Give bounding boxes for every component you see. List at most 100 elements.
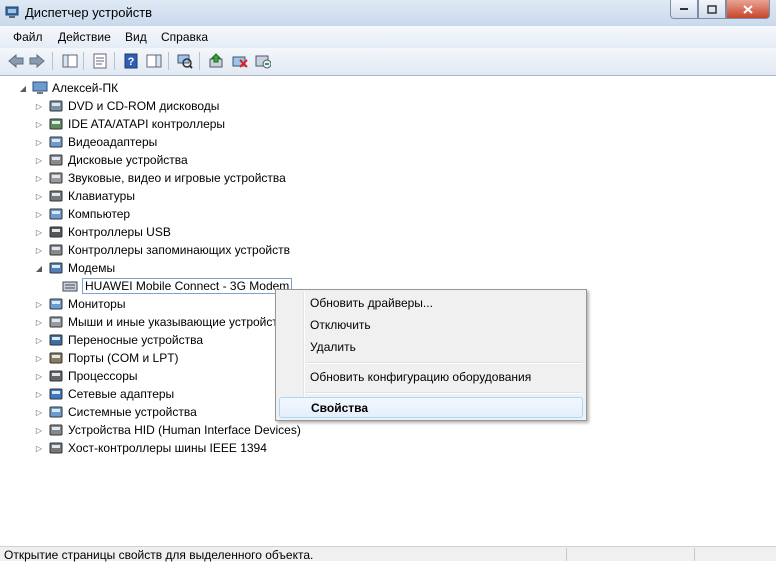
- disk-drive-icon: [48, 152, 64, 168]
- tree-category[interactable]: ▷ DVD и CD-ROM дисководы: [33, 97, 219, 115]
- tree-category[interactable]: ▷ Контроллеры USB: [33, 223, 171, 241]
- tree-category[interactable]: ▷ Сетевые адаптеры: [33, 385, 174, 403]
- properties-icon[interactable]: [91, 52, 109, 70]
- tree-category[interactable]: ▷ Процессоры: [33, 367, 138, 385]
- menu-scan-hardware[interactable]: Обновить конфигурацию оборудования: [279, 367, 583, 388]
- expand-arrow-icon[interactable]: ▷: [33, 100, 45, 112]
- menu-uninstall-label: Удалить: [310, 340, 356, 354]
- context-menu: Обновить драйверы... Отключить Удалить О…: [275, 289, 587, 421]
- tree-category-label: Контроллеры USB: [68, 225, 171, 239]
- port-icon: [48, 350, 64, 366]
- tree-category-label: Устройства HID (Human Interface Devices): [68, 423, 301, 437]
- tree-root[interactable]: ◢ Алексей-ПК: [17, 79, 118, 97]
- collapse-arrow-icon[interactable]: ◢: [33, 262, 45, 274]
- tree-category[interactable]: ▷ Клавиатуры: [33, 187, 135, 205]
- tree-root-label: Алексей-ПК: [52, 81, 119, 95]
- tree-category[interactable]: ▷ Видеоадаптеры: [33, 133, 157, 151]
- tree-category-label: Мыши и иные указывающие устройства: [68, 315, 291, 329]
- back-arrow-icon[interactable]: [7, 52, 25, 70]
- display-adapter-icon: [48, 134, 64, 150]
- tree-category[interactable]: ▷ Хост-контроллеры шины IEEE 1394: [33, 439, 267, 457]
- tree-category[interactable]: ▷ Контроллеры запоминающих устройств: [33, 241, 290, 259]
- action-pane-icon[interactable]: [145, 52, 163, 70]
- dvd-drive-icon: [48, 98, 64, 114]
- tree-category[interactable]: ▷ Устройства HID (Human Interface Devices…: [33, 421, 301, 439]
- menu-disable[interactable]: Отключить: [279, 315, 583, 336]
- expand-arrow-icon[interactable]: ▷: [33, 154, 45, 166]
- tree-category-label: Контроллеры запоминающих устройств: [68, 243, 290, 257]
- forward-arrow-icon[interactable]: [28, 52, 46, 70]
- tree-category-label: Видеоадаптеры: [68, 135, 158, 149]
- menu-update-drivers[interactable]: Обновить драйверы...: [279, 293, 583, 314]
- expand-arrow-icon[interactable]: ▷: [33, 442, 45, 454]
- expand-arrow-icon[interactable]: ▷: [33, 244, 45, 256]
- expand-arrow-icon[interactable]: ▷: [33, 370, 45, 382]
- menu-action[interactable]: Действие: [58, 30, 111, 44]
- menu-file[interactable]: Файл: [13, 30, 43, 44]
- expand-arrow-icon[interactable]: ▷: [33, 424, 45, 436]
- scan-hardware-icon[interactable]: [176, 52, 194, 70]
- expand-arrow-icon[interactable]: ▷: [33, 334, 45, 346]
- tree-category-label: Модемы: [68, 261, 116, 275]
- tree-category[interactable]: ▷ Дисковые устройства: [33, 151, 188, 169]
- status-pane-divider: [694, 548, 695, 561]
- toolbar-separator: [199, 52, 200, 70]
- context-menu-separator: [306, 392, 582, 394]
- keyboard-icon: [48, 188, 64, 204]
- processor-icon: [48, 368, 64, 384]
- title-bar[interactable]: Диспетчер устройств: [0, 0, 776, 26]
- system-device-icon: [48, 404, 64, 420]
- show-hide-tree-icon[interactable]: [61, 52, 79, 70]
- tree-category[interactable]: ▷ Переносные устройства: [33, 331, 203, 349]
- menu-help[interactable]: Справка: [161, 30, 208, 44]
- tree-category-label: Порты (COM и LPT): [68, 351, 179, 365]
- minimize-button[interactable]: [670, 0, 698, 19]
- tree-category[interactable]: ▷ Мониторы: [33, 295, 126, 313]
- tree-category[interactable]: ▷ Компьютер: [33, 205, 130, 223]
- tree-category-label: Дисковые устройства: [68, 153, 188, 167]
- expand-arrow-icon[interactable]: ▷: [33, 388, 45, 400]
- tree-device-label: HUAWEI Mobile Connect - 3G Modem: [82, 278, 293, 294]
- tree-category[interactable]: ▷ Звуковые, видео и игровые устройства: [33, 169, 286, 187]
- tree-category[interactable]: ▷ IDE ATA/ATAPI контроллеры: [33, 115, 225, 133]
- expand-arrow-icon[interactable]: ▷: [33, 226, 45, 238]
- toolbar-separator: [168, 52, 169, 70]
- expand-arrow-icon[interactable]: ▷: [33, 118, 45, 130]
- menu-scan-hardware-label: Обновить конфигурацию оборудования: [310, 370, 532, 384]
- tree-category[interactable]: ▷ Системные устройства: [33, 403, 197, 421]
- portable-device-icon: [48, 332, 64, 348]
- menu-update-drivers-label: Обновить драйверы...: [310, 296, 433, 310]
- expand-arrow-icon[interactable]: ▷: [33, 136, 45, 148]
- expand-arrow-icon[interactable]: ▷: [33, 190, 45, 202]
- expand-arrow-icon[interactable]: ▷: [33, 316, 45, 328]
- network-adapter-icon: [48, 386, 64, 402]
- menu-view[interactable]: Вид: [125, 30, 147, 44]
- toolbar: ?: [0, 48, 776, 76]
- toolbar-separator: [114, 52, 115, 70]
- tree-category-label: Системные устройства: [68, 405, 197, 419]
- expand-arrow-icon[interactable]: ▷: [33, 352, 45, 364]
- tree-device-huawei-modem[interactable]: HUAWEI Mobile Connect - 3G Modem: [62, 277, 293, 295]
- menu-properties[interactable]: Свойства: [279, 397, 583, 418]
- menu-uninstall[interactable]: Удалить: [279, 337, 583, 358]
- update-driver-icon[interactable]: [207, 52, 225, 70]
- tree-category[interactable]: ◢ Модемы: [33, 259, 115, 277]
- menu-disable-label: Отключить: [310, 318, 371, 332]
- uninstall-device-icon[interactable]: [254, 52, 272, 70]
- ide-controller-icon: [48, 116, 64, 132]
- usb-icon: [48, 224, 64, 240]
- expand-arrow-icon[interactable]: ▷: [33, 208, 45, 220]
- ieee1394-icon: [48, 440, 64, 456]
- close-button[interactable]: [726, 0, 770, 19]
- tree-category[interactable]: ▷ Порты (COM и LPT): [33, 349, 179, 367]
- collapse-arrow-icon[interactable]: ◢: [17, 82, 29, 94]
- tree-category-label: Клавиатуры: [68, 189, 135, 203]
- tree-category-label: Переносные устройства: [68, 333, 204, 347]
- expand-arrow-icon[interactable]: ▷: [33, 406, 45, 418]
- help-icon[interactable]: ?: [122, 52, 140, 70]
- disable-device-icon[interactable]: [231, 52, 249, 70]
- expand-arrow-icon[interactable]: ▷: [33, 298, 45, 310]
- tree-category[interactable]: ▷ Мыши и иные указывающие устройства: [33, 313, 291, 331]
- expand-arrow-icon[interactable]: ▷: [33, 172, 45, 184]
- maximize-button[interactable]: [698, 0, 726, 19]
